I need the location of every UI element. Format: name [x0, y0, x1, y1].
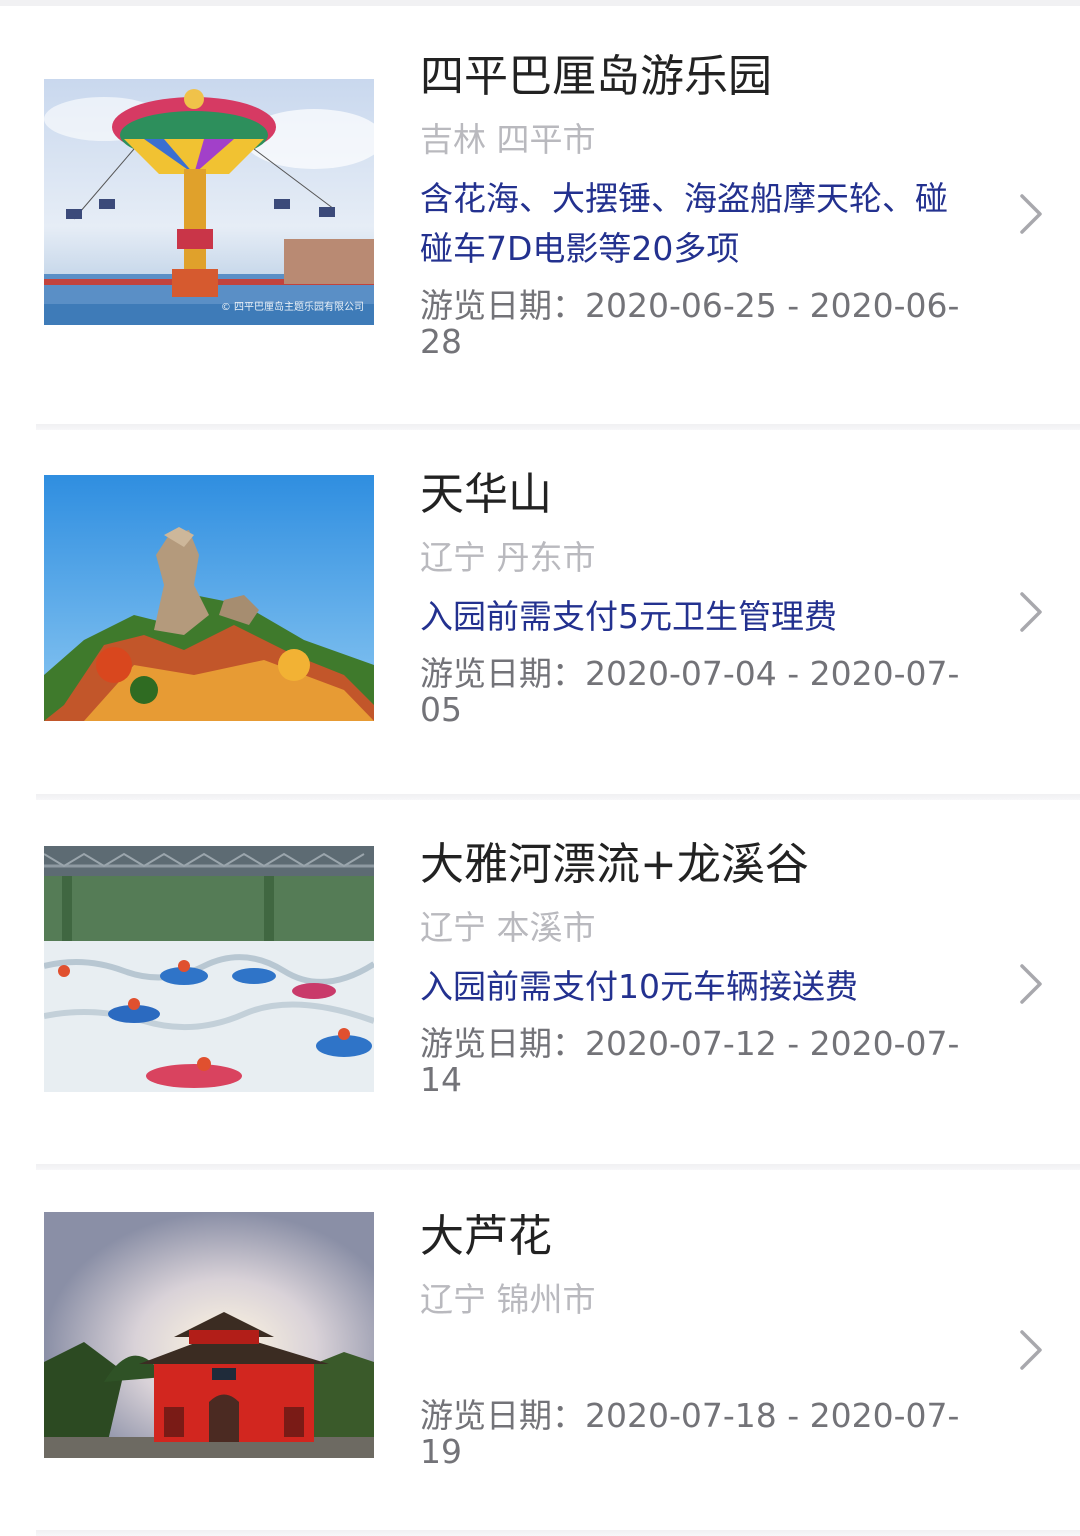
item-region: 吉林 四平市 [420, 120, 596, 159]
chevron-right-icon[interactable] [1014, 192, 1048, 236]
list-item[interactable]: 大芦花 辽宁 锦州市 游览日期：2020-07-18 - 2020-07-19 [0, 1170, 1080, 1532]
item-note: 含花海、大摆锤、海盗船摩天轮、碰碰车7D电影等20多项 [420, 179, 948, 268]
attraction-list: © 四平巴厘岛主题乐园有限公司 四平巴厘岛游乐园 吉林 四平市 含花海、大摆锤、… [0, 0, 1080, 1536]
list-item[interactable]: © 四平巴厘岛主题乐园有限公司 四平巴厘岛游乐园 吉林 四平市 含花海、大摆锤、… [0, 6, 1080, 424]
mountain-rock-photo [44, 475, 374, 721]
divider [36, 1530, 1080, 1536]
item-info: 四平巴厘岛游乐园 吉林 四平市 含花海、大摆锤、海盗船摩天轮、碰碰车7D电影等2… [420, 50, 980, 360]
item-dates: 游览日期：2020-07-12 - 2020-07-14 [420, 1024, 960, 1099]
list-item[interactable]: 天华山 辽宁 丹东市 入园前需支付5元卫生管理费 游览日期：2020-07-04… [0, 430, 1080, 794]
item-region: 辽宁 锦州市 [420, 1280, 596, 1319]
rafting-photo [44, 846, 374, 1092]
item-info: 天华山 辽宁 丹东市 入园前需支付5元卫生管理费 游览日期：2020-07-04… [420, 468, 980, 728]
item-title: 天华山 [420, 469, 552, 520]
item-note: 入园前需支付5元卫生管理费 [420, 597, 837, 636]
item-dates: 游览日期：2020-07-04 - 2020-07-05 [420, 654, 960, 729]
item-title: 大芦花 [420, 1211, 552, 1262]
chevron-right-icon[interactable] [1014, 590, 1048, 634]
item-info: 大芦花 辽宁 锦州市 游览日期：2020-07-18 - 2020-07-19 [420, 1210, 980, 1470]
chevron-right-icon[interactable] [1014, 1328, 1048, 1372]
list-item[interactable]: 大雅河漂流+龙溪谷 辽宁 本溪市 入园前需支付10元车辆接送费 游览日期：202… [0, 800, 1080, 1164]
item-info: 大雅河漂流+龙溪谷 辽宁 本溪市 入园前需支付10元车辆接送费 游览日期：202… [420, 838, 980, 1098]
item-region: 辽宁 本溪市 [420, 908, 596, 947]
chevron-right-icon[interactable] [1014, 962, 1048, 1006]
item-note: 入园前需支付10元车辆接送费 [420, 967, 858, 1006]
swing-ride-photo: © 四平巴厘岛主题乐园有限公司 [44, 79, 374, 325]
item-dates: 游览日期：2020-07-18 - 2020-07-19 [420, 1396, 960, 1471]
item-title: 大雅河漂流+龙溪谷 [420, 839, 809, 890]
item-region: 辽宁 丹东市 [420, 538, 596, 577]
red-gate-temple-photo [44, 1212, 374, 1458]
item-dates: 游览日期：2020-06-25 - 2020-06-28 [420, 286, 960, 361]
photo-watermark: © 四平巴厘岛主题乐园有限公司 [220, 302, 364, 313]
item-title: 四平巴厘岛游乐园 [420, 51, 772, 102]
